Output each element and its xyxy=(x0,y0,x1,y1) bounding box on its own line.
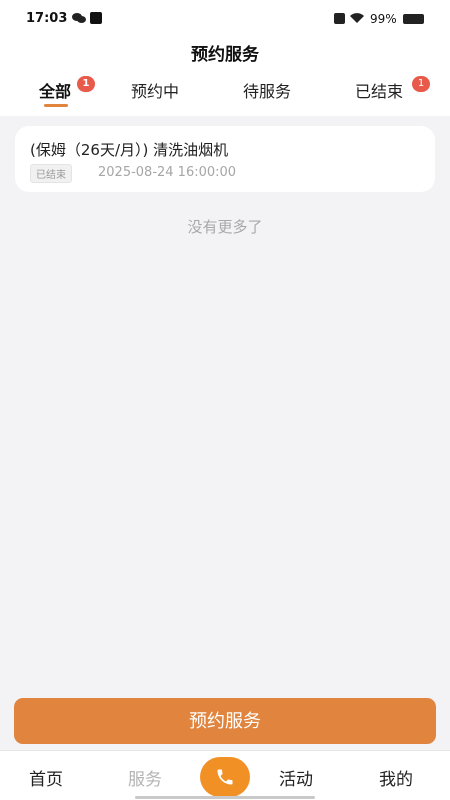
tab-booking[interactable]: 预约中 xyxy=(131,78,179,102)
call-button[interactable] xyxy=(200,757,250,797)
battery-icon xyxy=(403,14,424,24)
tab-badge: 1 xyxy=(412,76,430,92)
book-service-button[interactable]: 预约服务 xyxy=(14,698,436,744)
phone-icon xyxy=(217,769,233,785)
order-status-badge: 已结束 xyxy=(30,164,72,183)
nav-mine[interactable]: 我的 xyxy=(379,765,413,790)
nav-service[interactable]: 服务 xyxy=(128,765,162,790)
wifi-icon xyxy=(350,13,364,23)
tab-all[interactable]: 全部 1 xyxy=(39,76,95,102)
tab-badge: 1 xyxy=(77,76,95,92)
home-indicator xyxy=(135,796,315,799)
list-end-text: 没有更多了 xyxy=(187,218,263,236)
tab-label: 全部 xyxy=(39,82,72,101)
tiktok-icon xyxy=(90,12,102,24)
active-tab-indicator xyxy=(44,104,68,107)
tab-label: 已结束 xyxy=(355,82,404,101)
tab-label: 待服务 xyxy=(243,82,292,101)
status-time: 17:03 xyxy=(26,11,68,26)
tab-pending[interactable]: 待服务 xyxy=(243,78,291,102)
bottom-nav: 首页 服务 活动 我的 xyxy=(0,750,450,800)
nav-activity[interactable]: 活动 xyxy=(279,765,313,790)
tab-label: 预约中 xyxy=(131,82,180,101)
battery-percent: 99% xyxy=(370,12,397,26)
status-bar: 17:03 99% xyxy=(0,0,450,38)
tab-ended[interactable]: 已结束 1 xyxy=(355,76,430,102)
order-card[interactable]: (保姆（26天/月）) 清洗油烟机 已结束 2025-08-24 16:00:0… xyxy=(15,126,435,192)
wechat-icon xyxy=(72,13,86,23)
order-time: 2025-08-24 16:00:00 xyxy=(98,165,237,180)
nav-home[interactable]: 首页 xyxy=(29,765,63,790)
notification-icon xyxy=(334,13,345,24)
order-title: (保姆（26天/月）) 清洗油烟机 xyxy=(30,141,229,159)
page-title: 预约服务 xyxy=(191,45,259,65)
